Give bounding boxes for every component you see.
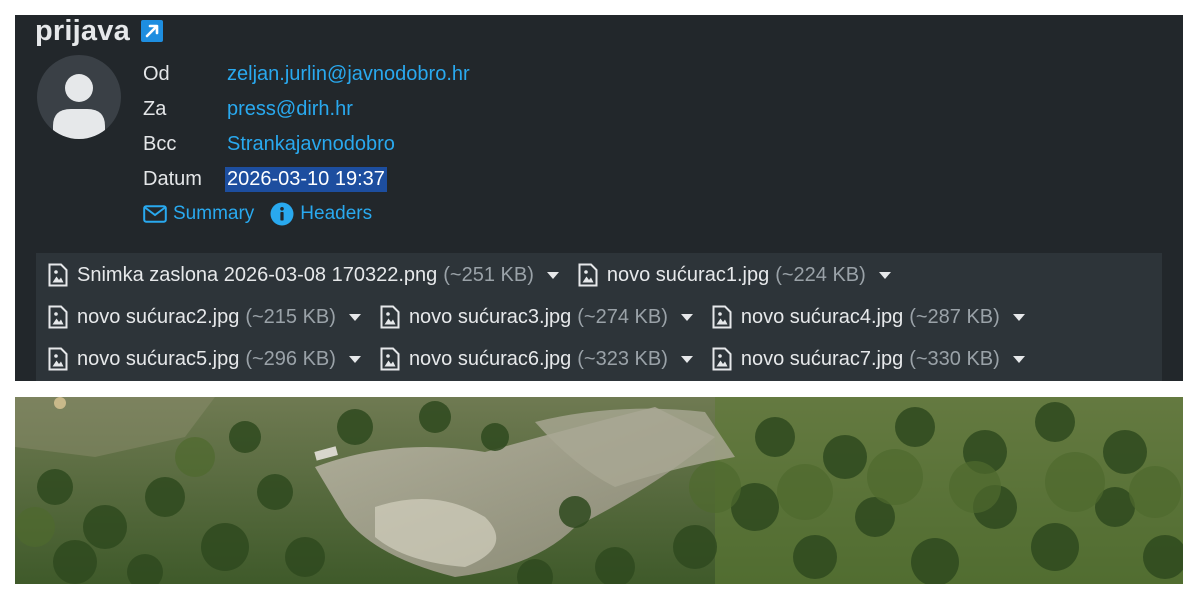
field-bcc: Bcc Strankajavnodobro: [143, 127, 470, 162]
to-address-link[interactable]: press@dirh.hr: [227, 98, 353, 121]
attachment-list: Snimka zaslona 2026-03-08 170322.png (~2…: [36, 253, 1162, 381]
from-address-link[interactable]: zeljan.jurlin@javnodobro.hr: [227, 63, 470, 86]
attachment-size: (~224 KB): [775, 263, 866, 286]
attachment-item[interactable]: novo sućurac2.jpg (~215 KB): [48, 305, 362, 329]
field-label: Bcc: [143, 133, 177, 155]
attachment-name: novo sućurac6.jpg: [408, 347, 572, 370]
field-label: Za: [143, 98, 167, 120]
date-value[interactable]: 2026-03-10 19:37: [225, 167, 387, 192]
attachment-name: novo sućurac3.jpg: [408, 305, 572, 328]
email-view: prijava Od zeljan.jurlin@javnodobro.hr Z…: [15, 15, 1183, 381]
attachment-name: novo sućurac1.jpg: [606, 263, 770, 286]
attachment-size: (~296 KB): [245, 347, 336, 370]
summary-label: Summary: [173, 203, 255, 224]
image-file-icon: [578, 263, 598, 287]
attachment-size: (~330 KB): [909, 347, 1000, 370]
attachment-row: Snimka zaslona 2026-03-08 170322.png (~2…: [48, 257, 910, 293]
image-file-icon: [48, 347, 68, 371]
attachment-item[interactable]: novo sućurac3.jpg (~274 KB): [380, 305, 694, 329]
attachment-name: novo sućurac7.jpg: [740, 347, 904, 370]
subject-row: prijava: [35, 15, 164, 51]
envelope-icon: [143, 205, 167, 223]
image-file-icon: [48, 263, 68, 287]
aerial-landscape-illustration: [15, 397, 1183, 584]
field-label: Od: [143, 63, 170, 85]
attachment-size: (~274 KB): [577, 305, 668, 328]
bcc-address-link[interactable]: Strankajavnodobro: [227, 133, 395, 156]
email-subject: prijava: [35, 15, 130, 47]
attachment-name: novo sućurac4.jpg: [740, 305, 904, 328]
field-from: Od zeljan.jurlin@javnodobro.hr: [143, 57, 470, 92]
field-to: Za press@dirh.hr: [143, 92, 470, 127]
attachment-size: (~251 KB): [443, 263, 534, 286]
attachment-row: novo sućurac2.jpg (~215 KB) novo sućurac…: [48, 299, 1044, 335]
attachment-name: novo sućurac5.jpg: [77, 347, 240, 370]
aerial-forest-photo: [15, 397, 1183, 584]
image-file-icon: [380, 305, 400, 329]
header-fields: Od zeljan.jurlin@javnodobro.hr Za press@…: [143, 57, 470, 197]
attachment-name: Snimka zaslona 2026-03-08 170322.png: [77, 263, 438, 286]
chevron-down-icon[interactable]: [546, 268, 560, 282]
attachment-item[interactable]: Snimka zaslona 2026-03-08 170322.png (~2…: [48, 263, 560, 287]
image-file-icon: [712, 305, 732, 329]
info-icon: [270, 202, 294, 226]
person-icon: [53, 74, 105, 139]
view-links: Summary Headers: [143, 202, 372, 226]
summary-link[interactable]: Summary: [143, 203, 254, 225]
attachment-size: (~323 KB): [577, 347, 668, 370]
attachment-item[interactable]: novo sućurac6.jpg (~323 KB): [380, 347, 694, 371]
headers-label: Headers: [300, 203, 373, 224]
image-file-icon: [48, 305, 68, 329]
image-file-icon: [380, 347, 400, 371]
chevron-down-icon[interactable]: [348, 310, 362, 324]
chevron-down-icon[interactable]: [680, 352, 694, 366]
attachment-name: novo sućurac2.jpg: [77, 305, 240, 328]
chevron-down-icon[interactable]: [680, 310, 694, 324]
chevron-down-icon[interactable]: [1012, 310, 1026, 324]
image-file-icon: [712, 347, 732, 371]
attachment-item[interactable]: novo sućurac5.jpg (~296 KB): [48, 347, 362, 371]
field-label: Datum: [143, 168, 202, 190]
external-link-icon[interactable]: [140, 19, 164, 43]
chevron-down-icon[interactable]: [348, 352, 362, 366]
attachment-item[interactable]: novo sućurac1.jpg (~224 KB): [578, 263, 892, 287]
avatar: [37, 55, 121, 139]
attachment-item[interactable]: novo sućurac4.jpg (~287 KB): [712, 305, 1026, 329]
field-date: Datum 2026-03-10 19:37: [143, 162, 470, 197]
chevron-down-icon[interactable]: [1012, 352, 1026, 366]
attachment-size: (~215 KB): [245, 305, 336, 328]
attachment-row: novo sućurac5.jpg (~296 KB) novo sućurac…: [48, 341, 1044, 377]
attachment-item[interactable]: novo sućurac7.jpg (~330 KB): [712, 347, 1026, 371]
headers-link[interactable]: Headers: [270, 202, 372, 226]
attachment-size: (~287 KB): [909, 305, 1000, 328]
chevron-down-icon[interactable]: [878, 268, 892, 282]
